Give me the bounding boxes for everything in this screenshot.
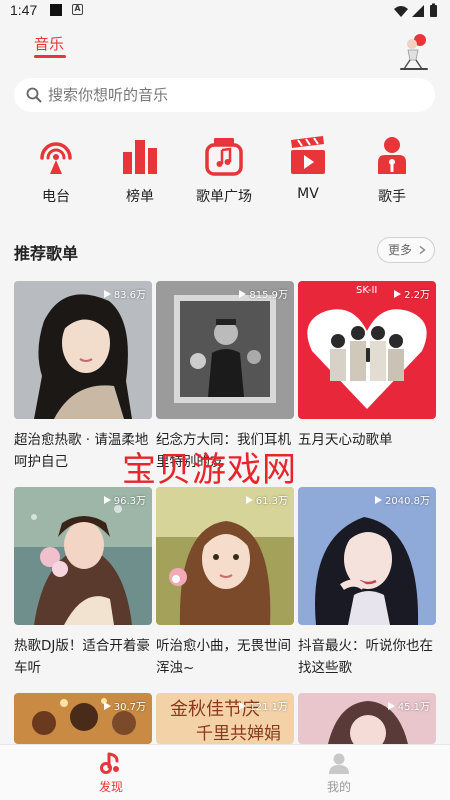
play-count: 121.1万 bbox=[239, 698, 288, 713]
nav-mine[interactable]: 我的 bbox=[294, 745, 384, 800]
top-bar: 音乐 bbox=[0, 22, 450, 72]
category-label: 歌单广场 bbox=[196, 189, 252, 205]
bottom-nav: 发现 我的 bbox=[0, 744, 450, 800]
cover-brand-label: SK-II bbox=[356, 285, 378, 296]
play-count: 30.7万 bbox=[103, 698, 146, 713]
chart-icon bbox=[123, 140, 157, 174]
category-row: 电台 榜单 歌单广场 MV 歌手 bbox=[0, 132, 450, 212]
play-icon bbox=[387, 702, 395, 710]
music-note-icon bbox=[100, 752, 119, 774]
play-icon bbox=[103, 290, 111, 298]
search-bar[interactable] bbox=[14, 78, 435, 112]
nav-label: 我的 bbox=[326, 780, 351, 794]
playlist-cover[interactable]: 2040.8万 bbox=[298, 487, 436, 625]
category-label: 歌手 bbox=[378, 189, 406, 205]
tab-underline bbox=[34, 55, 66, 58]
status-time: 1:47 bbox=[10, 2, 38, 18]
playlist-cover[interactable]: 815.9万 bbox=[156, 281, 294, 419]
playlist-title: 五月天心动歌单 bbox=[298, 432, 393, 448]
playlist-cover[interactable]: 61.3万 bbox=[156, 487, 294, 625]
play-icon bbox=[103, 496, 111, 504]
category-label: MV bbox=[297, 186, 319, 202]
cover-blue-girl bbox=[298, 487, 436, 625]
watermark-text: 宝贝游戏网 bbox=[122, 450, 297, 490]
wifi-icon bbox=[394, 6, 408, 17]
play-icon bbox=[394, 290, 402, 298]
category-mv[interactable]: MV bbox=[268, 132, 348, 212]
section-title: 推荐歌单 bbox=[14, 244, 79, 263]
nav-discover[interactable]: 发现 bbox=[66, 745, 156, 800]
playlist-title: 听治愈小曲，无畏世间浑浊~ bbox=[156, 638, 291, 676]
more-button[interactable]: 更多 bbox=[377, 237, 435, 263]
playlist-title: 抖音最火：听说你也在找这些歌 bbox=[298, 638, 433, 676]
playlist-cover[interactable]: 30.7万 bbox=[14, 693, 152, 744]
cover-flower-girl bbox=[156, 487, 294, 625]
play-icon bbox=[239, 702, 247, 710]
cover-portrait bbox=[14, 281, 152, 419]
mascot-icon[interactable] bbox=[396, 32, 432, 72]
cover-bw-photo bbox=[156, 281, 294, 419]
category-radio[interactable]: 电台 bbox=[16, 132, 96, 212]
playlist-cover[interactable]: 45.1万 bbox=[298, 693, 436, 744]
battery-icon bbox=[430, 5, 437, 17]
playlist-title: 热歌DJ版！适合开着豪车听 bbox=[14, 638, 150, 676]
cover-text-line2: 千里共婵娟 bbox=[196, 724, 281, 744]
category-label: 电台 bbox=[42, 189, 70, 205]
nav-label: 发现 bbox=[98, 780, 123, 794]
category-singer[interactable]: 歌手 bbox=[352, 132, 432, 212]
play-count: 2040.8万 bbox=[375, 492, 430, 507]
play-count: 96.3万 bbox=[103, 492, 146, 507]
status-bar: 1:47 A bbox=[0, 0, 450, 22]
category-charts[interactable]: 榜单 bbox=[100, 132, 180, 212]
app-notification-icon: A bbox=[72, 4, 83, 15]
chevron-right-icon bbox=[419, 246, 426, 254]
category-label: 榜单 bbox=[126, 189, 154, 205]
user-icon bbox=[329, 753, 349, 774]
playlist-cover[interactable]: 83.6万 bbox=[14, 281, 152, 419]
play-icon bbox=[245, 496, 253, 504]
category-playlist-square[interactable]: 歌单广场 bbox=[184, 132, 264, 212]
play-count: 83.6万 bbox=[103, 286, 146, 301]
play-icon bbox=[239, 290, 247, 298]
play-count: 61.3万 bbox=[245, 492, 288, 507]
mv-icon bbox=[291, 136, 325, 174]
playlist-square-icon bbox=[205, 138, 243, 176]
cover-band-heart bbox=[298, 281, 436, 419]
search-icon bbox=[26, 87, 42, 103]
notification-icon bbox=[50, 4, 62, 16]
radio-icon bbox=[40, 142, 72, 174]
status-icons bbox=[394, 3, 437, 17]
singer-icon bbox=[378, 137, 406, 174]
playlist-cover[interactable]: SK-II 2.2万 bbox=[298, 281, 436, 419]
more-label: 更多 bbox=[388, 243, 413, 257]
signal-icon bbox=[412, 5, 424, 17]
cover-car-girl bbox=[14, 487, 152, 625]
play-count: 2.2万 bbox=[394, 286, 430, 301]
play-icon bbox=[375, 496, 382, 504]
search-input[interactable] bbox=[48, 78, 418, 112]
play-icon bbox=[103, 702, 111, 710]
playlist-cover[interactable]: 金秋佳节庆 千里共婵娟 121.1万 bbox=[156, 693, 294, 744]
play-count: 45.1万 bbox=[387, 698, 430, 713]
play-count: 815.9万 bbox=[239, 286, 288, 301]
tab-music[interactable]: 音乐 bbox=[34, 33, 64, 54]
playlist-cover[interactable]: 96.3万 bbox=[14, 487, 152, 625]
